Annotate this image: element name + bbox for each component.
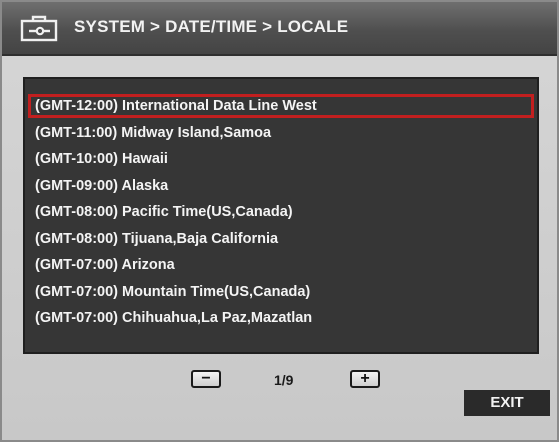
next-page-button[interactable]: +: [350, 370, 380, 388]
page-title: SYSTEM > DATE/TIME > LOCALE: [74, 17, 349, 36]
timezone-list-item[interactable]: (GMT-10:00) Hawaii: [29, 148, 533, 170]
timezone-list-item[interactable]: (GMT-08:00) Pacific Time(US,Canada): [29, 201, 533, 223]
locale-screen: SYSTEM > DATE/TIME > LOCALE (GMT-12:00) …: [0, 0, 559, 442]
timezone-list-item[interactable]: (GMT-07:00) Arizona: [29, 254, 533, 276]
page-indicator: 1/9: [274, 372, 294, 388]
timezone-list[interactable]: (GMT-12:00) International Data Line West…: [23, 77, 539, 354]
timezone-list-item[interactable]: (GMT-09:00) Alaska: [29, 175, 533, 197]
exit-button[interactable]: EXIT: [464, 390, 550, 416]
previous-page-button[interactable]: −: [191, 370, 221, 388]
timezone-list-item[interactable]: (GMT-11:00) Midway Island,Samoa: [29, 122, 533, 144]
timezone-list-item[interactable]: (GMT-07:00) Mountain Time(US,Canada): [29, 281, 533, 303]
timezone-list-item[interactable]: (GMT-08:00) Tijuana,Baja California: [29, 228, 533, 250]
toolbox-icon: [20, 15, 58, 42]
title-bar: SYSTEM > DATE/TIME > LOCALE: [2, 2, 557, 56]
timezone-list-item[interactable]: (GMT-07:00) Chihuahua,La Paz,Mazatlan: [29, 307, 533, 329]
timezone-list-item[interactable]: (GMT-12:00) International Data Line West: [28, 94, 534, 118]
